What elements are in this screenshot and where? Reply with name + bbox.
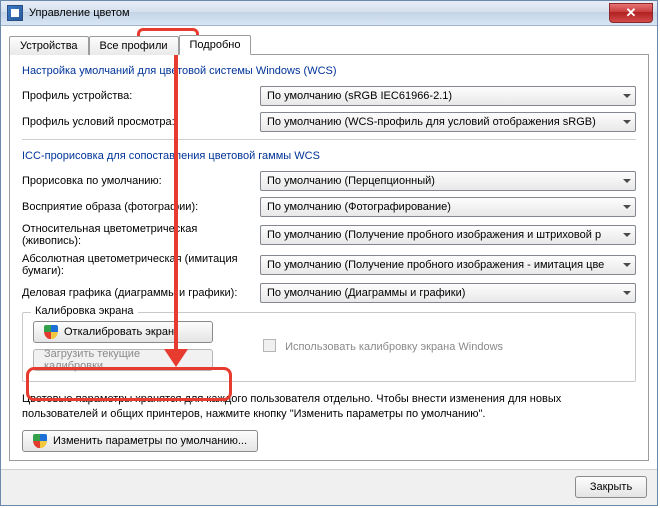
label-viewing-profile: Профиль условий просмотра: [22, 116, 252, 128]
row-device-profile: Профиль устройства: По умолчанию (sRGB I… [22, 86, 636, 106]
advanced-panel: Настройка умолчаний для цветовой системы… [9, 54, 649, 461]
use-windows-calibration-label: Использовать калибровку экрана Windows [285, 341, 503, 353]
label-absolute: Абсолютная цветометрическая (имитация бу… [22, 253, 252, 277]
titlebar: Управление цветом ✕ [1, 1, 657, 26]
calibrate-display-label: Откалибровать экран [64, 326, 174, 338]
group-icc-title: ICC-прорисовка для сопоставления цветово… [22, 150, 636, 162]
dialog-footer: Закрыть [1, 469, 657, 505]
row-viewing-profile: Профиль условий просмотра: По умолчанию … [22, 112, 636, 132]
color-management-window: Управление цветом ✕ Устройства Все профи… [0, 0, 658, 506]
select-absolute[interactable]: По умолчанию (Получение пробного изображ… [260, 255, 636, 275]
chevron-down-icon [623, 205, 631, 209]
change-defaults-label: Изменить параметры по умолчанию... [53, 435, 247, 447]
chevron-down-icon [623, 120, 631, 124]
uac-shield-icon [44, 325, 58, 339]
close-dialog-label: Закрыть [590, 481, 632, 493]
label-default-rendering: Прорисовка по умолчанию: [22, 175, 252, 187]
select-default-rendering[interactable]: По умолчанию (Перцепционный) [260, 171, 636, 191]
divider [22, 139, 636, 140]
window-title: Управление цветом [29, 7, 130, 19]
calibration-checkbox-area: Использовать калибровку экрана Windows [233, 339, 625, 353]
label-device-profile: Профиль устройства: [22, 90, 252, 102]
change-defaults-button[interactable]: Изменить параметры по умолчанию... [22, 430, 258, 452]
select-relative-value: По умолчанию (Получение пробного изображ… [267, 229, 601, 241]
tab-bar: Устройства Все профили Подробно [9, 32, 649, 54]
tab-devices[interactable]: Устройства [9, 36, 89, 55]
select-viewing-profile[interactable]: По умолчанию (WCS-профиль для условий от… [260, 112, 636, 132]
uac-shield-icon [33, 434, 47, 448]
calibrate-display-button[interactable]: Откалибровать экран [33, 321, 213, 343]
select-business-value: По умолчанию (Диаграммы и графики) [267, 287, 465, 299]
chevron-down-icon [623, 263, 631, 267]
label-business: Деловая графика (диаграммы и графики): [22, 287, 252, 299]
tab-all-profiles[interactable]: Все профили [89, 36, 179, 55]
label-perception: Восприятие образа (фотографии): [22, 201, 252, 213]
client-area: Устройства Все профили Подробно Настройк… [1, 26, 657, 469]
close-icon: ✕ [626, 5, 637, 21]
select-relative[interactable]: По умолчанию (Получение пробного изображ… [260, 225, 636, 245]
select-device-profile-value: По умолчанию (sRGB IEC61966-2.1) [267, 90, 452, 102]
select-perception-value: По умолчанию (Фотографирование) [267, 201, 451, 213]
chevron-down-icon [623, 291, 631, 295]
select-viewing-profile-value: По умолчанию (WCS-профиль для условий от… [267, 116, 596, 128]
hint-text: Цветовые параметры хранятся для каждого … [22, 392, 636, 422]
group-wcs-title: Настройка умолчаний для цветовой системы… [22, 65, 636, 77]
reload-calibrations-button: Загрузить текущие калибровки [33, 349, 213, 371]
app-icon [7, 5, 23, 21]
tab-advanced[interactable]: Подробно [179, 35, 252, 55]
row-absolute: Абсолютная цветометрическая (имитация бу… [22, 253, 636, 277]
row-business: Деловая графика (диаграммы и графики): П… [22, 283, 636, 303]
select-business[interactable]: По умолчанию (Диаграммы и графики) [260, 283, 636, 303]
row-default-rendering: Прорисовка по умолчанию: По умолчанию (П… [22, 171, 636, 191]
close-button[interactable]: ✕ [609, 3, 653, 23]
reload-calibrations-label: Загрузить текущие калибровки [44, 348, 202, 372]
use-windows-calibration-checkbox [263, 339, 276, 352]
chevron-down-icon [623, 179, 631, 183]
calibration-buttons: Откалибровать экран Загрузить текущие ка… [33, 321, 233, 371]
row-relative: Относительная цветометрическая (живопись… [22, 223, 636, 247]
calibration-group: Калибровка экрана Откалибровать экран За… [22, 312, 636, 382]
select-device-profile[interactable]: По умолчанию (sRGB IEC61966-2.1) [260, 86, 636, 106]
row-perception: Восприятие образа (фотографии): По умолч… [22, 197, 636, 217]
select-absolute-value: По умолчанию (Получение пробного изображ… [267, 259, 604, 271]
calibration-row: Откалибровать экран Загрузить текущие ка… [33, 321, 625, 371]
calibration-legend: Калибровка экрана [31, 305, 138, 317]
change-defaults-row: Изменить параметры по умолчанию... [22, 430, 636, 452]
close-dialog-button[interactable]: Закрыть [575, 476, 647, 498]
chevron-down-icon [623, 233, 631, 237]
select-default-rendering-value: По умолчанию (Перцепционный) [267, 175, 435, 187]
chevron-down-icon [623, 94, 631, 98]
select-perception[interactable]: По умолчанию (Фотографирование) [260, 197, 636, 217]
label-relative: Относительная цветометрическая (живопись… [22, 223, 252, 247]
